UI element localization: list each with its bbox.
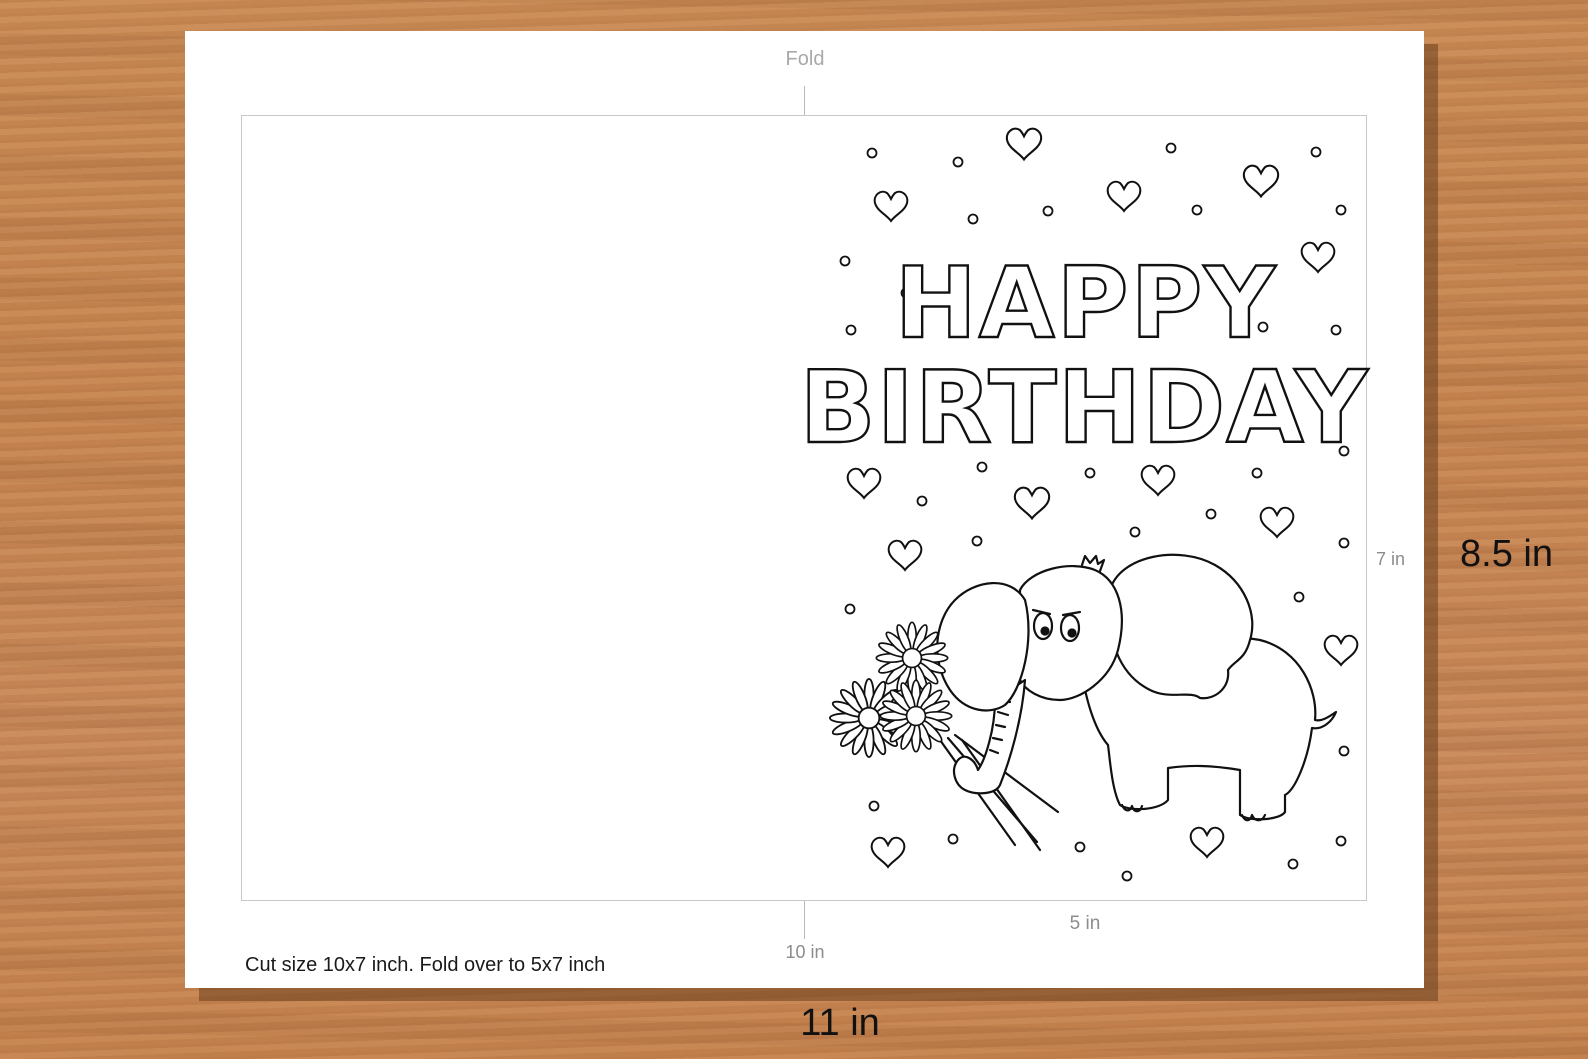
card-title-happy: HAPPY <box>895 247 1277 361</box>
elephant-illustration <box>936 553 1338 852</box>
daisy-bouquet <box>828 621 953 759</box>
card-front-artwork: HAPPY BIRTHDAY <box>798 127 1369 882</box>
card-title-birthday: BIRTHDAY <box>799 349 1369 466</box>
